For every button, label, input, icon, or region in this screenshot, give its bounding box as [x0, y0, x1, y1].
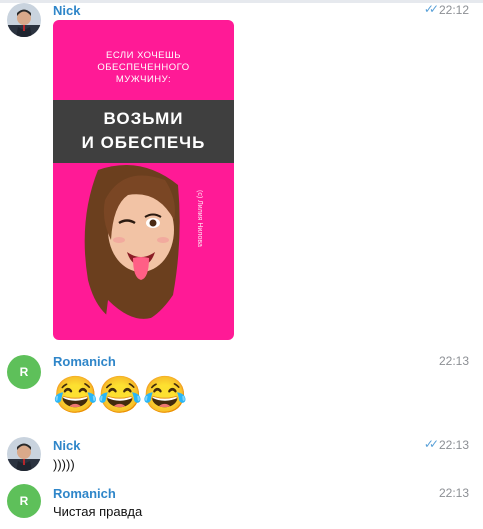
- message-romanich-text[interactable]: R Romanich 22:13 Чистая правда: [0, 482, 483, 526]
- message-nick-sticker[interactable]: Nick ✓✓ 22:12 ЕСЛИ ХОЧЕШЬ ОБЕСПЕЧЕННОГО …: [0, 0, 483, 345]
- avatar-photo-icon: [7, 3, 41, 37]
- sticker-title-band: ВОЗЬМИ И ОБЕСПЕЧЬ: [53, 100, 234, 163]
- message-time: 22:13: [438, 354, 469, 368]
- emoji-laughing-tears-icons: 😂😂😂: [53, 374, 188, 415]
- message-nick-text[interactable]: Nick ✓✓ 22:13 ))))): [0, 434, 483, 478]
- message-text: Чистая правда: [53, 504, 143, 519]
- sender-name[interactable]: Nick: [53, 438, 80, 453]
- sticker-copyright: (с) Лилия Нилова: [196, 190, 203, 247]
- message-time: 22:12: [438, 3, 469, 17]
- sender-name[interactable]: Romanich: [53, 486, 116, 501]
- sticker-caption: ЕСЛИ ХОЧЕШЬ ОБЕСПЕЧЕННОГО МУЖЧИНУ:: [53, 50, 234, 86]
- read-ticks-icon: ✓✓: [423, 437, 439, 451]
- sender-name[interactable]: Romanich: [53, 354, 116, 369]
- avatar-nick[interactable]: [7, 3, 41, 37]
- sticker-title-2: И ОБЕСПЕЧЬ: [81, 133, 206, 152]
- sticker-line-2: ОБЕСПЕЧЕННОГО: [97, 62, 190, 73]
- avatar-romanich[interactable]: R: [7, 484, 41, 518]
- sticker-line-3: МУЖЧИНУ:: [115, 74, 172, 85]
- sticker-image[interactable]: ЕСЛИ ХОЧЕШЬ ОБЕСПЕЧЕННОГО МУЖЧИНУ: ВОЗЬМ…: [53, 20, 234, 340]
- avatar-photo-icon: [7, 437, 41, 471]
- sticker-line-1: ЕСЛИ ХОЧЕШЬ: [106, 50, 181, 61]
- message-time: 22:13: [438, 486, 469, 500]
- sticker-title-1: ВОЗЬМИ: [103, 109, 184, 128]
- avatar-romanich[interactable]: R: [7, 355, 41, 389]
- message-time: 22:13: [438, 438, 469, 452]
- message-text: ))))): [53, 457, 75, 472]
- read-ticks-icon: ✓✓: [423, 2, 439, 16]
- avatar-nick[interactable]: [7, 437, 41, 471]
- message-romanich-emojis[interactable]: R Romanich 22:13 😂😂😂: [0, 350, 483, 422]
- sender-name[interactable]: Nick: [53, 3, 80, 18]
- sticker-girl-illustration: [84, 165, 180, 340]
